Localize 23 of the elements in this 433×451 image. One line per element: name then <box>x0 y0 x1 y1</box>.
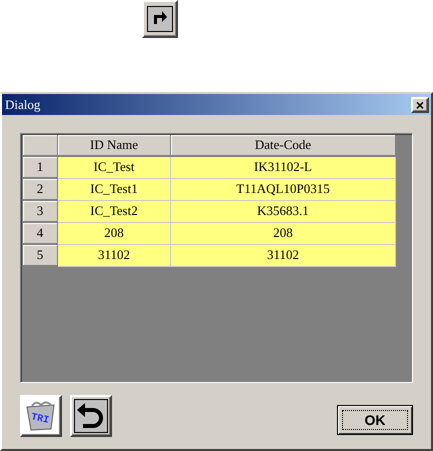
row-header[interactable]: 2 <box>23 178 58 200</box>
column-header[interactable]: Date-Code <box>170 135 396 156</box>
undo-button[interactable] <box>70 395 112 437</box>
table-cell: 31102 <box>170 244 396 266</box>
table-cell: K35683.1 <box>170 200 396 222</box>
table-cell: 208 <box>58 222 170 244</box>
row-header[interactable]: 3 <box>23 200 58 222</box>
table-cell: 31102 <box>58 244 170 266</box>
table-cell: 208 <box>170 222 396 244</box>
table-cell: IK31102-L <box>170 156 396 178</box>
row-header[interactable]: 4 <box>23 222 58 244</box>
table-cell: T11AQL10P0315 <box>170 178 396 200</box>
ok-button[interactable]: OK <box>337 405 413 435</box>
row-header[interactable]: 1 <box>23 156 58 178</box>
window-title: Dialog <box>5 96 40 112</box>
table-cell: IC_Test2 <box>58 200 170 222</box>
undo-icon <box>74 399 108 433</box>
table-cell: IC_Test1 <box>58 178 170 200</box>
column-header[interactable]: ID Name <box>58 135 170 156</box>
close-button[interactable]: × <box>411 96 429 112</box>
table-cell: IC_Test <box>58 156 170 178</box>
row-header[interactable]: 5 <box>23 244 58 266</box>
refresh-button[interactable] <box>142 0 178 38</box>
